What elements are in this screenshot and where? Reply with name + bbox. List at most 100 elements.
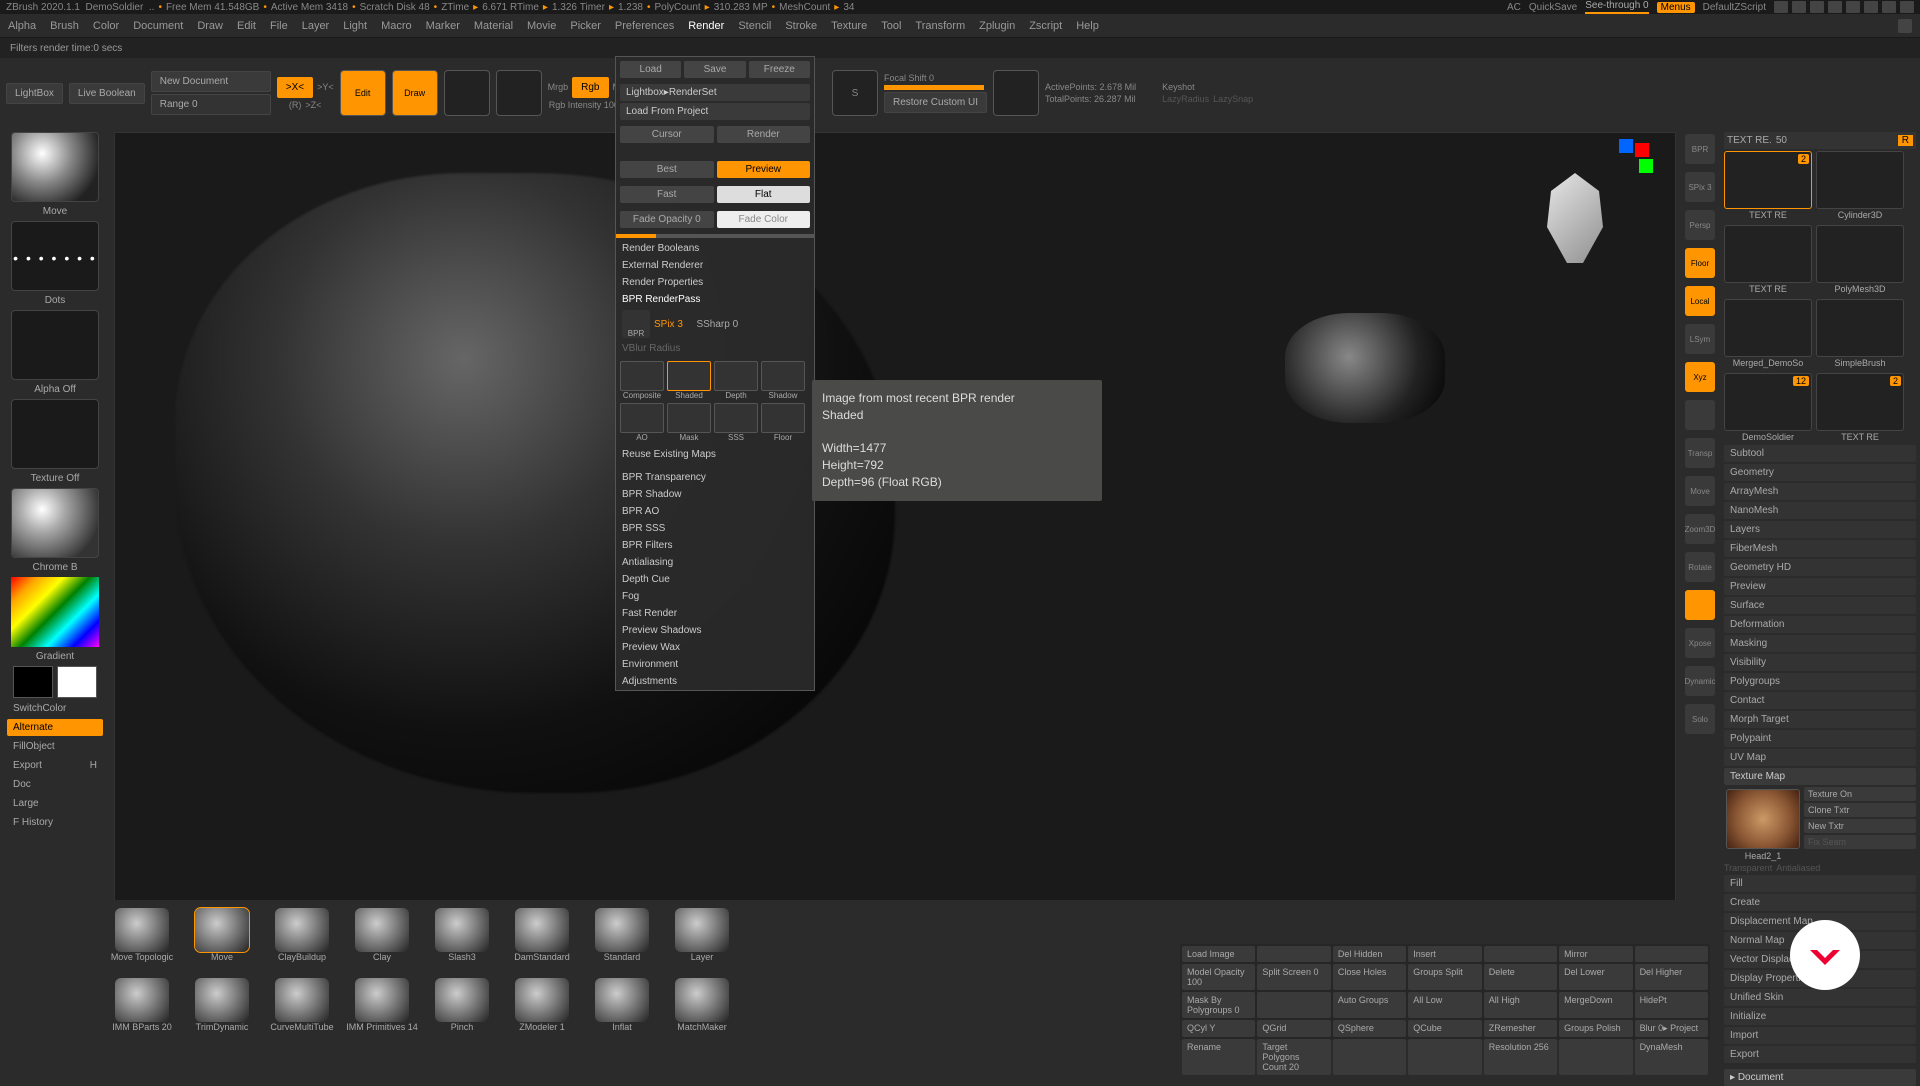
floating-badge-icon[interactable] <box>1790 920 1860 990</box>
acc-contact[interactable]: Contact <box>1724 692 1916 709</box>
allhigh-button[interactable]: All High <box>1484 992 1557 1018</box>
xyz-icon[interactable]: Xyz <box>1685 362 1715 392</box>
zoom3d-icon[interactable]: Zoom3D <box>1685 514 1715 544</box>
mrgb-button[interactable]: Mrgb <box>548 82 569 92</box>
fast-button[interactable]: Fast <box>620 186 714 203</box>
brush-zmodeler[interactable] <box>515 978 569 1022</box>
resolution-slider[interactable]: Resolution 256 <box>1484 1039 1557 1075</box>
doc-button[interactable]: Doc <box>7 776 103 793</box>
loadimage-button[interactable]: Load Image <box>1182 946 1255 962</box>
acc-subtool[interactable]: Subtool <box>1724 445 1916 462</box>
previewshadows-row[interactable]: Preview Shadows <box>616 622 814 639</box>
brush-claybuildup[interactable] <box>275 908 329 952</box>
adjustments-row[interactable]: Adjustments <box>616 673 814 690</box>
menu-macro[interactable]: Macro <box>381 20 412 32</box>
switchcolor-button[interactable]: SwitchColor <box>7 700 103 717</box>
restoreui-button[interactable]: Restore Custom UI <box>884 92 987 113</box>
render-load-button[interactable]: Load <box>620 61 681 78</box>
gradient-label[interactable]: Gradient <box>34 649 76 664</box>
tool-thumb-2[interactable] <box>1724 225 1812 283</box>
menu-help[interactable]: Help <box>1076 20 1099 32</box>
bprrenderpass-row[interactable]: BPR RenderPass <box>616 291 814 308</box>
hidept-button[interactable]: HidePt <box>1635 992 1708 1018</box>
pass-sss[interactable] <box>714 403 758 433</box>
textureon-button[interactable]: Texture On <box>1804 787 1916 801</box>
splitscreen-slider[interactable]: Split Screen 0 <box>1257 964 1330 990</box>
blurproject-button[interactable]: Blur 0▸ Project <box>1635 1020 1708 1037</box>
axis-x-icon[interactable] <box>1635 143 1649 157</box>
moveview-icon[interactable]: Move <box>1685 476 1715 506</box>
render-button[interactable]: Render <box>717 126 811 143</box>
brush-layer[interactable] <box>675 908 729 952</box>
best-button[interactable]: Best <box>620 161 714 178</box>
alllow-button[interactable]: All Low <box>1408 992 1481 1018</box>
acc-layers[interactable]: Layers <box>1724 521 1916 538</box>
floor-icon[interactable]: Floor <box>1685 248 1715 278</box>
spix-icon[interactable]: SPix 3 <box>1685 172 1715 202</box>
fixseam-button[interactable]: Fix Seam <box>1804 835 1916 849</box>
pass-floor[interactable] <box>761 403 805 433</box>
frame-icon[interactable] <box>1685 590 1715 620</box>
lazysnap-button[interactable]: LazySnap <box>1213 94 1253 104</box>
swatch-white[interactable] <box>57 666 97 698</box>
axis-z-icon[interactable] <box>1619 139 1633 153</box>
brush-movetopo[interactable] <box>115 908 169 952</box>
menu-edit[interactable]: Edit <box>237 20 256 32</box>
range-slider[interactable]: Range 0 <box>151 94 271 115</box>
draw-mode-button[interactable]: Draw <box>392 70 438 116</box>
qgrid-button[interactable]: QGrid <box>1257 1020 1330 1037</box>
acc-polypaint[interactable]: Polypaint <box>1724 730 1916 747</box>
window-icon-2[interactable] <box>1792 1 1806 13</box>
qcube-button[interactable]: QCube <box>1408 1020 1481 1037</box>
depthcue-row[interactable]: Depth Cue <box>616 571 814 588</box>
menu-texture[interactable]: Texture <box>831 20 867 32</box>
window-icon-1[interactable] <box>1774 1 1788 13</box>
y-button[interactable]: >Y< <box>317 82 334 92</box>
brush-clay[interactable] <box>355 908 409 952</box>
acc-export[interactable]: Export <box>1724 1046 1916 1063</box>
brush-pinch[interactable] <box>435 978 489 1022</box>
tool-thumb-6[interactable]: 12 <box>1724 373 1812 431</box>
acc-arraymesh[interactable]: ArrayMesh <box>1724 483 1916 500</box>
fillobject-button[interactable]: FillObject <box>7 738 103 755</box>
menu-tool[interactable]: Tool <box>881 20 901 32</box>
minimize-icon[interactable] <box>1864 1 1878 13</box>
flat-button[interactable]: Flat <box>717 186 811 203</box>
bprshadow-row[interactable]: BPR Shadow <box>616 486 814 503</box>
create-button[interactable]: Create <box>1724 894 1916 911</box>
vblur-label[interactable]: VBlur Radius <box>616 340 814 357</box>
groupspolish-button[interactable]: Groups Polish <box>1559 1020 1632 1037</box>
pass-depth[interactable] <box>714 361 758 391</box>
material-preview-icon[interactable] <box>11 488 99 558</box>
acc-deformation[interactable]: Deformation <box>1724 616 1916 633</box>
menu-file[interactable]: File <box>270 20 288 32</box>
acc-fibermesh[interactable]: FiberMesh <box>1724 540 1916 557</box>
antialiasing-row[interactable]: Antialiasing <box>616 554 814 571</box>
delhigher-button[interactable]: Del Higher <box>1635 964 1708 990</box>
panel-dock-icon[interactable] <box>1898 19 1912 33</box>
brush-move[interactable] <box>195 908 249 952</box>
acc-surface[interactable]: Surface <box>1724 597 1916 614</box>
seethrough-slider[interactable]: See-through 0 <box>1585 0 1648 14</box>
tool-thumb-4[interactable] <box>1724 299 1812 357</box>
targetpolygons-slider[interactable]: Target Polygons Count 20 <box>1257 1039 1330 1075</box>
menu-brush[interactable]: Brush <box>50 20 79 32</box>
menu-document[interactable]: Document <box>133 20 183 32</box>
renderproperties-row[interactable]: Render Properties <box>616 274 814 291</box>
antialiased-label[interactable]: Antialiased <box>1776 863 1820 873</box>
axis-y-icon[interactable] <box>1639 159 1653 173</box>
renderbooleans-row[interactable]: Render Booleans <box>616 240 814 257</box>
pass-ao[interactable] <box>620 403 664 433</box>
previewwax-row[interactable]: Preview Wax <box>616 639 814 656</box>
stroke-preview-icon[interactable] <box>11 221 99 291</box>
dellower-button[interactable]: Del Lower <box>1559 964 1632 990</box>
acc-texturemap[interactable]: Texture Map <box>1724 768 1916 785</box>
tool-thumb-0[interactable]: 2 <box>1724 151 1812 209</box>
groupssplit-button[interactable]: Groups Split <box>1408 964 1481 990</box>
liveboolean-button[interactable]: Live Boolean <box>69 83 145 104</box>
dynamic-icon[interactable]: Dynamic <box>1685 666 1715 696</box>
solo-icon[interactable]: Solo <box>1685 704 1715 734</box>
menu-material[interactable]: Material <box>474 20 513 32</box>
brush-inflat[interactable] <box>595 978 649 1022</box>
brush-matchmaker[interactable] <box>675 978 729 1022</box>
